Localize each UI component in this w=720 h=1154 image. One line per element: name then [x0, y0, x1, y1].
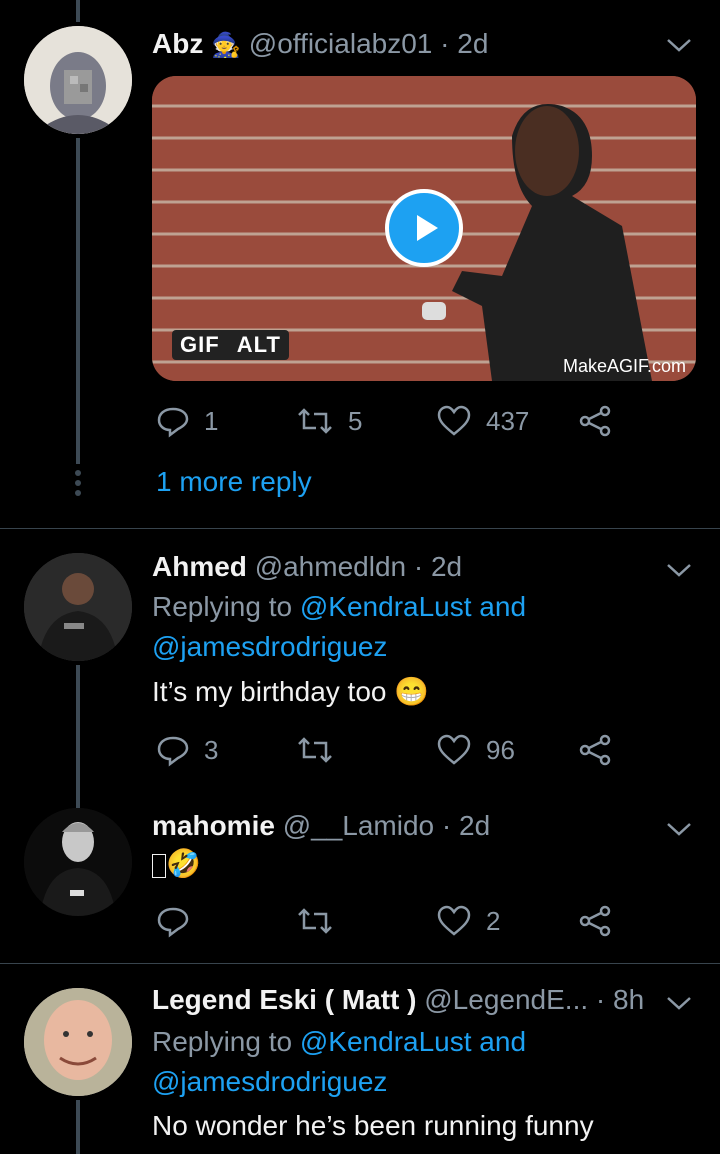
play-icon: [417, 215, 438, 241]
tweet-text: 🤣: [152, 844, 201, 884]
watermark: MakeAGIF.com: [562, 356, 686, 376]
replying-prefix: Replying to: [152, 591, 293, 622]
timestamp: · 2d: [440, 28, 489, 59]
share-icon: [579, 905, 611, 937]
avatar-image: [24, 26, 132, 134]
magician-emoji-icon: 🧙: [211, 32, 241, 59]
replying-to: Replying to @KendraLust and @jamesdrodri…: [152, 1022, 526, 1102]
chevron-down-icon[interactable]: [664, 818, 694, 840]
like-button[interactable]: 437: [436, 396, 529, 446]
handle[interactable]: @__Lamido: [283, 810, 434, 841]
retweet-icon: [298, 408, 332, 434]
avatar-image: [24, 553, 132, 661]
like-count: 2: [486, 905, 501, 936]
retweet-button[interactable]: [296, 896, 348, 946]
display-name[interactable]: Abz: [152, 28, 203, 59]
like-count: 437: [486, 405, 530, 436]
mention-link[interactable]: @KendraLust: [300, 591, 472, 622]
tweet-text: It’s my birthday too 😁: [152, 672, 429, 712]
heart-icon: [437, 734, 471, 765]
tweet-actions: 3 96: [152, 725, 672, 775]
chevron-down-icon[interactable]: [664, 992, 694, 1014]
share-button[interactable]: [578, 396, 612, 446]
timestamp: · 2d: [413, 551, 463, 582]
mention-link[interactable]: @jamesdrodriguez: [152, 631, 387, 662]
mention-link[interactable]: @KendraLust: [300, 1026, 472, 1057]
retweet-button[interactable]: [296, 725, 348, 775]
retweet-icon: [298, 737, 332, 763]
display-name[interactable]: Ahmed: [152, 551, 247, 582]
grinning-emoji-icon: 😁: [394, 676, 430, 707]
mention-link[interactable]: @jamesdrodriguez: [152, 1066, 387, 1097]
thread-line: [76, 0, 80, 22]
heart-icon: [437, 905, 471, 936]
avatar[interactable]: [24, 988, 132, 1096]
avatar[interactable]: [24, 553, 132, 661]
timestamp: · 2d: [441, 810, 491, 841]
replying-prefix: Replying to: [152, 1026, 293, 1057]
like-button[interactable]: 96: [436, 725, 515, 775]
tweet-header: Legend Eski ( Matt ) @LegendE... · 8h: [152, 984, 644, 1016]
retweet-icon: [298, 908, 332, 934]
alt-badge[interactable]: ALT: [237, 332, 281, 357]
reply-icon: [157, 907, 189, 938]
replying-and[interactable]: and: [479, 1026, 526, 1057]
share-icon: [579, 734, 611, 766]
play-button[interactable]: [385, 189, 463, 267]
chevron-down-icon[interactable]: [664, 34, 694, 56]
reply-button[interactable]: 3: [156, 725, 218, 775]
like-count: 96: [486, 734, 515, 765]
tweet-legend-eski[interactable]: Legend Eski ( Matt ) @LegendE... · 8h Re…: [0, 964, 720, 1154]
share-icon: [579, 405, 611, 437]
timestamp: · 8h: [595, 984, 645, 1015]
replying-and[interactable]: and: [479, 591, 526, 622]
thread-line: [76, 1100, 80, 1154]
tweet-header: Ahmed @ahmedldn · 2d: [152, 551, 462, 583]
thread-line: [76, 665, 80, 809]
more-replies-link[interactable]: 1 more reply: [156, 466, 312, 498]
tweet-text-content: 🤣: [166, 848, 201, 879]
tweet-header: mahomie @__Lamido · 2d: [152, 810, 490, 842]
reply-count: 1: [204, 405, 219, 436]
handle[interactable]: @LegendE...: [424, 984, 588, 1015]
handle[interactable]: @ahmedldn: [255, 551, 406, 582]
reply-button[interactable]: 1: [156, 396, 218, 446]
display-name[interactable]: Legend Eski ( Matt ): [152, 984, 416, 1015]
reply-icon: [157, 736, 189, 767]
retweet-button[interactable]: 5: [296, 396, 362, 446]
tweet-text: No wonder he’s been running funny: [152, 1110, 594, 1141]
gif-alt-badge[interactable]: GIF ALT: [172, 330, 289, 360]
display-name[interactable]: mahomie: [152, 810, 275, 841]
reply-count: 3: [204, 734, 219, 765]
gif-badge: GIF: [180, 332, 220, 357]
avatar-image: [24, 808, 132, 916]
chevron-down-icon[interactable]: [664, 559, 694, 581]
avatar[interactable]: [24, 808, 132, 916]
tweet-text-content: It’s my birthday too: [152, 676, 387, 707]
handle[interactable]: @officialabz01: [249, 28, 433, 59]
retweet-count: 5: [348, 405, 363, 436]
thread-dots: [74, 470, 82, 500]
tweet-header: Abz 🧙 @officialabz01 · 2d: [152, 28, 488, 60]
tweet-abz[interactable]: Abz 🧙 @officialabz01 · 2d GIF ALT MakeAG…: [0, 0, 720, 528]
heart-icon: [437, 405, 471, 436]
replying-to: Replying to @KendraLust and @jamesdrodri…: [152, 587, 526, 667]
tweet-ahmed[interactable]: Ahmed @ahmedldn · 2d Replying to @Kendra…: [0, 529, 720, 809]
share-button[interactable]: [578, 725, 612, 775]
share-button[interactable]: [578, 896, 612, 946]
reply-icon: [157, 407, 189, 438]
reply-button[interactable]: [156, 896, 204, 946]
like-button[interactable]: 2: [436, 896, 500, 946]
avatar[interactable]: [24, 26, 132, 134]
thread-line: [76, 138, 80, 464]
avatar-image: [24, 988, 132, 1096]
missing-glyph-icon: [152, 853, 166, 878]
tweet-mahomie[interactable]: mahomie @__Lamido · 2d 🤣 2: [0, 800, 720, 962]
tweet-actions: 2: [152, 896, 672, 946]
tweet-actions: 1 5 437: [152, 396, 672, 446]
